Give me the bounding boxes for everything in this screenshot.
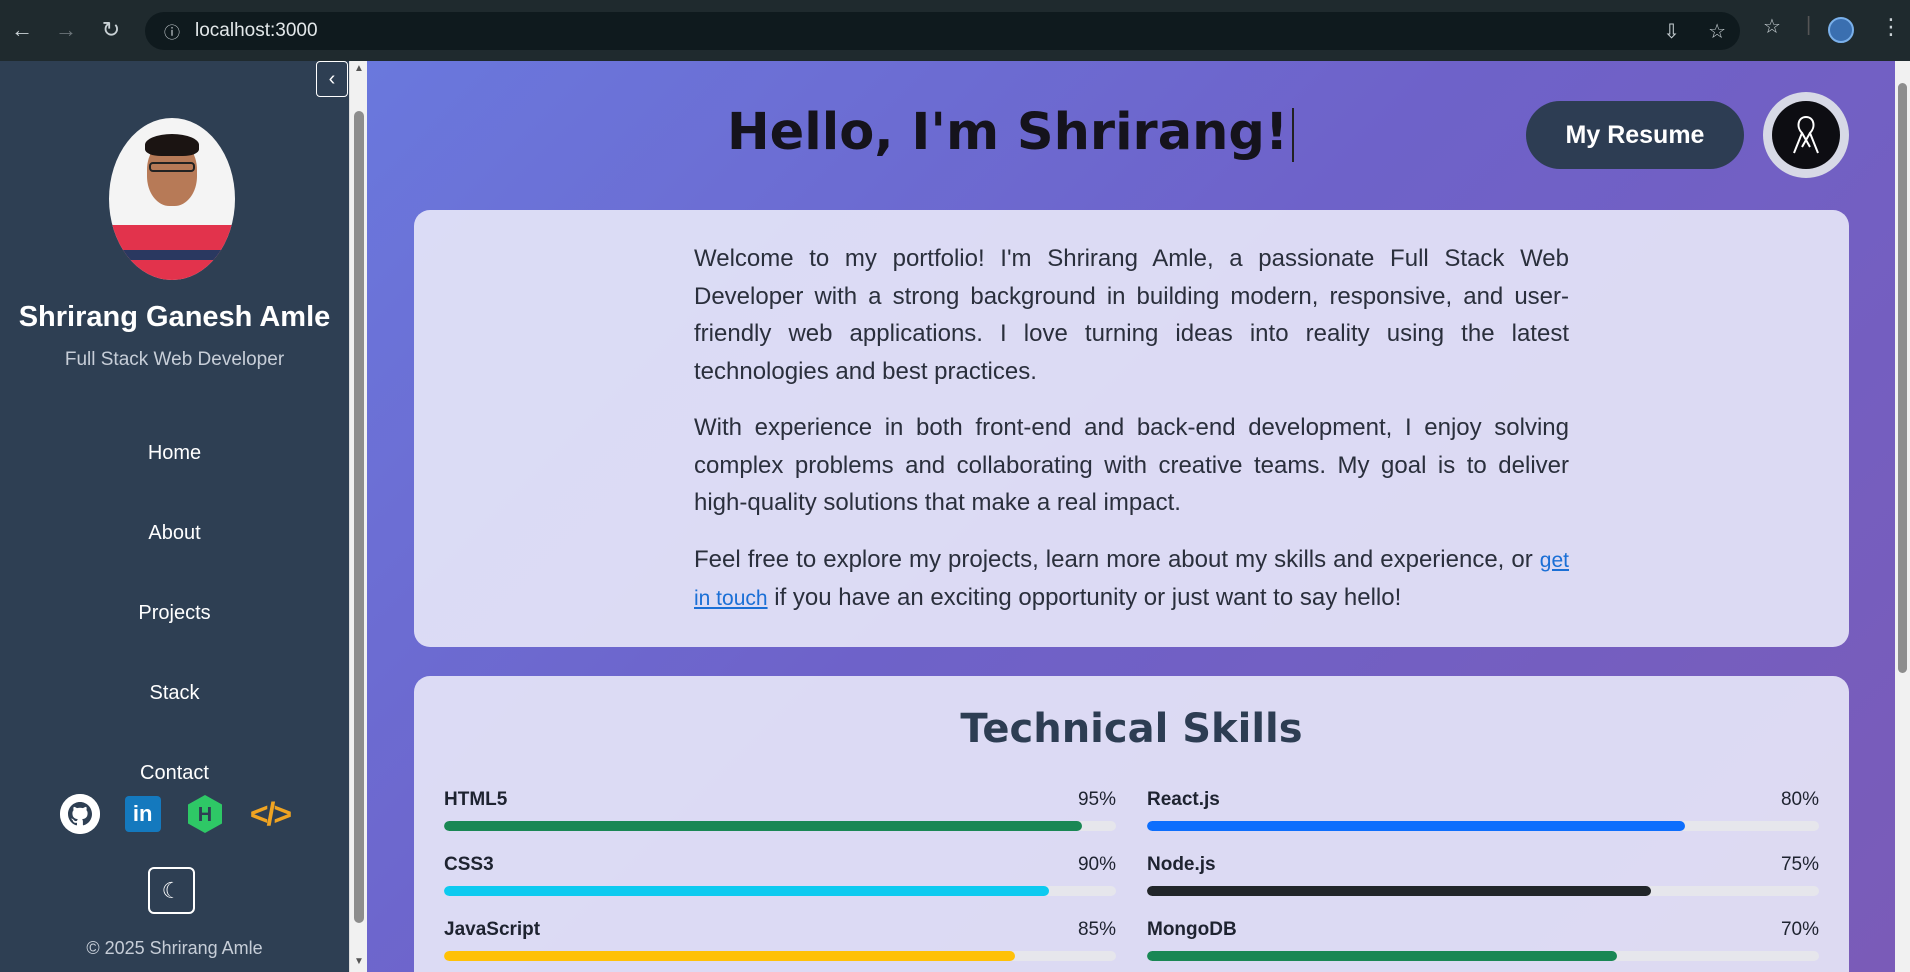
skill-track <box>1147 821 1819 831</box>
social-links: in H </> <box>60 794 292 834</box>
page-viewport: Shrirang Ganesh Amle Full Stack Web Deve… <box>0 61 1910 972</box>
skill-mongodb: MongoDB 70% <box>1147 919 1819 961</box>
skill-html5: HTML5 95% <box>444 789 1116 831</box>
chevron-left-icon: ‹ <box>328 67 336 90</box>
profile-role: Full Stack Web Developer <box>64 349 285 370</box>
intro-paragraph-1: Welcome to my portfolio! I'm Shrirang Am… <box>694 245 1569 385</box>
skills-title: Technical Skills <box>960 706 1303 752</box>
svg-text:H: H <box>198 804 212 826</box>
skill-name: HTML5 <box>444 789 508 810</box>
browser-toolbar: ← → ↻ ⓘ localhost:3000 ⇩ ☆ ☆ | ⋮ <box>0 0 1910 61</box>
back-icon[interactable]: ← <box>2 10 42 50</box>
sidebar-collapse-button[interactable]: ‹ <box>316 61 348 97</box>
skill-bar <box>444 951 1016 961</box>
skill-percent: 95% <box>1077 789 1116 810</box>
skill-percent: 70% <box>1780 919 1819 940</box>
skill-bar <box>444 821 1083 831</box>
hackerrank-icon[interactable]: H <box>185 794 225 834</box>
toolbar-divider: | <box>1806 14 1812 36</box>
scroll-up-icon[interactable]: ▲ <box>352 63 366 74</box>
skill-percent: 85% <box>1077 919 1116 940</box>
sidebar-item-about[interactable]: About <box>0 493 349 573</box>
resume-button[interactable]: My Resume <box>1526 101 1744 169</box>
skill-percent: 80% <box>1780 789 1819 810</box>
copyright-text: © 2025 Shrirang Amle <box>86 938 263 958</box>
sidebar-scroll-thumb[interactable] <box>354 111 364 923</box>
skills-card: Technical Skills HTML5 95% React.js 80% CS… <box>414 676 1849 972</box>
theme-toggle-button[interactable]: ☾ <box>148 867 195 914</box>
intro-text: Welcome to my portfolio! I'm Shrirang Am… <box>694 240 1569 637</box>
typing-cursor <box>1292 108 1295 162</box>
intro-card: Welcome to my portfolio! I'm Shrirang Am… <box>414 210 1849 647</box>
skill-css3: CSS3 90% <box>444 854 1116 896</box>
page-scrollbar[interactable] <box>1895 61 1910 972</box>
page-scroll-thumb[interactable] <box>1898 83 1907 673</box>
skill-bar <box>1147 951 1618 961</box>
menu-kebab-icon[interactable]: ⋮ <box>1880 14 1902 40</box>
sidebar-scrollbar[interactable]: ▲ ▼ <box>349 61 367 972</box>
skill-name: JavaScript <box>444 919 541 940</box>
github-icon[interactable] <box>60 794 100 834</box>
skill-nodejs: Node.js 75% <box>1147 854 1819 896</box>
skill-bar <box>1147 886 1651 896</box>
linkedin-icon[interactable]: in <box>124 796 161 832</box>
forward-icon[interactable]: → <box>46 10 86 50</box>
profile-photo <box>109 118 235 280</box>
url-text[interactable]: localhost:3000 <box>195 20 318 42</box>
skill-track <box>444 821 1116 831</box>
skill-track <box>444 951 1116 961</box>
scroll-down-icon[interactable]: ▼ <box>352 956 366 967</box>
moon-icon: ☾ <box>161 877 182 903</box>
skill-bar <box>1147 821 1685 831</box>
skill-track <box>1147 951 1819 961</box>
ribbon-logo-icon <box>1793 116 1819 154</box>
sidebar-item-home[interactable]: Home <box>0 413 349 493</box>
skill-javascript: JavaScript 85% <box>444 919 1116 961</box>
bookmark-star-icon[interactable]: ☆ <box>1708 19 1726 44</box>
skill-track <box>1147 886 1819 896</box>
skill-react: React.js 80% <box>1147 789 1819 831</box>
sidebar-item-stack[interactable]: Stack <box>0 653 349 733</box>
sidebar: Shrirang Ganesh Amle Full Stack Web Deve… <box>0 61 349 972</box>
sidebar-item-projects[interactable]: Projects <box>0 573 349 653</box>
skill-bar <box>444 886 1049 896</box>
brand-logo[interactable] <box>1763 92 1849 178</box>
skill-track <box>444 886 1116 896</box>
main-content: Hello, I'm Shrirang! My Resume Welcome t… <box>367 61 1895 972</box>
install-app-icon[interactable]: ⇩ <box>1663 19 1680 44</box>
site-info-icon[interactable]: ⓘ <box>157 19 187 43</box>
hero-title: Hello, I'm Shrirang! <box>727 103 1295 162</box>
profile-name: Shrirang Ganesh Amle <box>18 301 331 333</box>
skill-name: Node.js <box>1147 854 1216 875</box>
address-bar[interactable]: ⓘ localhost:3000 ⇩ ☆ <box>145 12 1740 50</box>
intro-paragraph-2: With experience in both front-end and ba… <box>694 414 1569 516</box>
skill-percent: 75% <box>1780 854 1819 875</box>
sidebar-nav: Home About Projects Stack Contact <box>0 413 349 813</box>
code-icon[interactable]: </> <box>250 794 292 834</box>
bookmarks-icon[interactable]: ☆ <box>1763 14 1781 39</box>
intro-paragraph-3: Feel free to explore my projects, learn … <box>694 545 1569 612</box>
skill-percent: 90% <box>1077 854 1116 875</box>
skill-name: React.js <box>1147 789 1220 810</box>
skill-name: MongoDB <box>1147 919 1237 940</box>
skill-name: CSS3 <box>444 854 494 875</box>
profile-avatar-icon[interactable] <box>1828 17 1854 43</box>
reload-icon[interactable]: ↻ <box>91 10 131 50</box>
